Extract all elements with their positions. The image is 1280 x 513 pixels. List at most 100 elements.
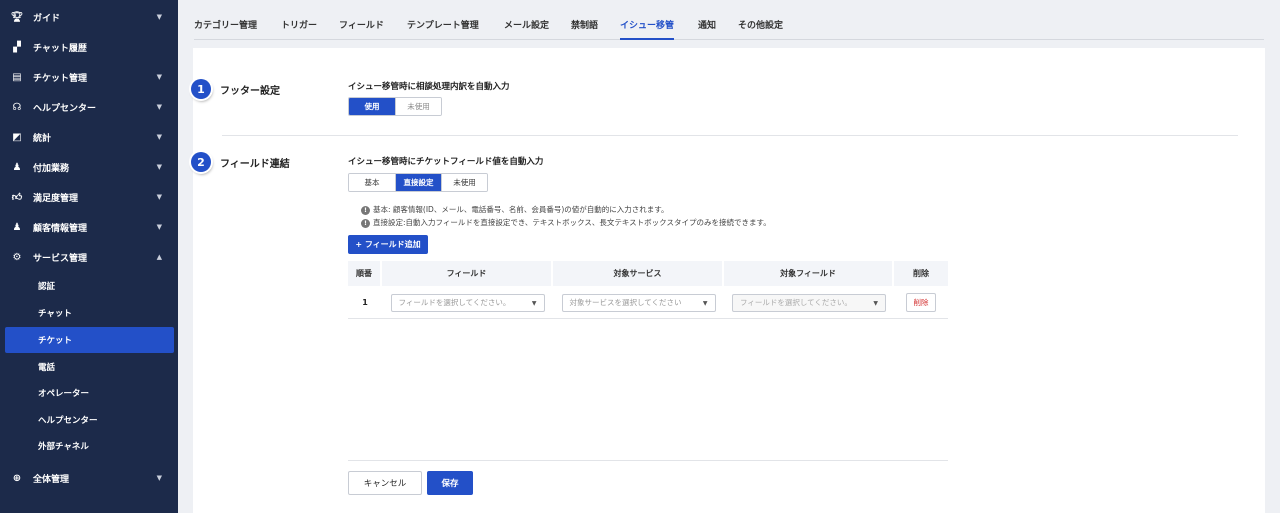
sidebar-sub-item-phone[interactable]: 電話 (5, 354, 174, 380)
field-link-mode-toggle: 基本 直接設定 未使用 (348, 173, 488, 192)
sidebar-item-chat-history[interactable]: ▞ チャット履歴 (0, 32, 178, 62)
row-order: 1 (362, 298, 368, 307)
field-link-description: イシュー移管時にチケットフィールド値を自動入力 (348, 157, 544, 167)
footer-divider (348, 460, 948, 461)
table-row: 1 フィールドを選択してください。 ▼ 対象サービスを選択してください ▼ フィ… (348, 286, 948, 319)
footer-settings-title: フッター設定 (220, 86, 280, 97)
save-button[interactable]: 保存 (427, 471, 473, 495)
field-select[interactable]: フィールドを選択してください。 ▼ (390, 293, 545, 312)
field-mode-direct-option[interactable]: 直接設定 (395, 174, 441, 191)
chevron-down-icon: ▼ (156, 73, 162, 81)
chart-icon: ◩ (12, 131, 22, 143)
sidebar-sub-item-auth[interactable]: 認証 (5, 273, 174, 299)
tab-issue-transfer[interactable]: イシュー移管 (620, 13, 675, 40)
column-header-field: フィールド (382, 261, 553, 286)
row-field-cell: フィールドを選択してください。 ▼ (382, 286, 553, 319)
sidebar-item-label: 付加業務 (33, 163, 70, 174)
chevron-up-icon: ▲ (156, 253, 162, 261)
cancel-button[interactable]: キャンセル (348, 471, 422, 495)
tab-template[interactable]: テンプレート管理 (407, 13, 479, 40)
delete-row-button[interactable]: 削除 (906, 293, 936, 312)
target-service-select[interactable]: 対象サービスを選択してください ▼ (561, 293, 716, 312)
field-mode-unused-option[interactable]: 未使用 (441, 174, 487, 191)
settings-panel: 1 フッター設定 イシュー移管時に相談処理内訳を自動入力 使用 未使用 2 フィ… (191, 48, 1265, 513)
tab-mail[interactable]: メール設定 (504, 13, 549, 40)
trophy-icon: 🏆︎ (10, 11, 24, 23)
sidebar-sub-item-operator[interactable]: オペレーター (5, 380, 174, 406)
settings-tabs: カテゴリー管理 トリガー フィールド テンプレート管理 メール設定 禁制語 イシ… (194, 13, 1264, 40)
sidebar-item-service-management[interactable]: ⚙ サービス管理 ▲ (0, 242, 178, 272)
chevron-down-icon: ▼ (156, 474, 162, 482)
tab-field[interactable]: フィールド (339, 13, 384, 40)
sidebar-item-label: 顧客情報管理 (33, 223, 88, 234)
add-field-button[interactable]: + フィールド追加 (348, 235, 428, 254)
field-select-placeholder: フィールドを選択してください。 (398, 298, 511, 307)
sidebar-item-label: ガイド (33, 13, 61, 24)
tab-category[interactable]: カテゴリー管理 (194, 13, 257, 40)
sidebar-item-label: 全体管理 (33, 474, 70, 485)
target-field-placeholder: フィールドを選択してください。 (740, 298, 852, 307)
sidebar-item-label: 満足度管理 (33, 193, 79, 204)
sidebar-sub-item-help-center[interactable]: ヘルプセンター (5, 407, 174, 433)
chevron-down-icon: ▼ (156, 193, 162, 201)
chat-bubbles-icon: ▞ (13, 41, 21, 53)
row-delete-cell: 削除 (894, 286, 948, 319)
field-mode-basic-option[interactable]: 基本 (349, 174, 395, 191)
tab-trigger[interactable]: トリガー (281, 13, 317, 40)
field-note-basic-text: 基本: 顧客情報(ID、メール、電話番号、名前、会員番号)の値が自動的に入力され… (373, 205, 669, 214)
sidebar: 🏆︎ ガイド ▼ ▞ チャット履歴 ▤ チケット管理 ▼ ☊ ヘルプセンター ▼… (0, 0, 178, 513)
footer-use-option[interactable]: 使用 (349, 98, 395, 115)
plus-circle-icon: ⊕ (12, 472, 22, 484)
sidebar-item-extra-work[interactable]: ♟ 付加業務 ▼ (0, 152, 178, 182)
chevron-down-icon: ▼ (156, 223, 162, 231)
document-icon: ▤ (12, 71, 22, 83)
step-badge-1: 1 (191, 79, 211, 99)
sidebar-item-satisfaction[interactable]: 👍︎ 満足度管理 ▼ (0, 182, 178, 212)
info-icon: ! (361, 206, 370, 215)
info-icon: ! (361, 219, 370, 228)
sidebar-item-label: 統計 (33, 133, 52, 144)
chevron-down-icon: ▼ (156, 163, 162, 171)
field-note-basic: ! 基本: 顧客情報(ID、メール、電話番号、名前、会員番号)の値が自動的に入力さ… (361, 204, 669, 215)
sidebar-item-statistics[interactable]: ◩ 統計 ▼ (0, 122, 178, 152)
column-header-delete: 削除 (894, 261, 948, 286)
chevron-down-icon: ▼ (156, 13, 162, 21)
caret-down-icon: ▼ (702, 299, 708, 307)
sidebar-item-global-management[interactable]: ⊕ 全体管理 ▼ (0, 463, 178, 493)
thumbs-up-icon: 👍︎ (11, 192, 23, 203)
sidebar-sub-item-external-channel[interactable]: 外部チャネル (5, 433, 174, 459)
row-target-field-cell: フィールドを選択してください。 ▼ (724, 286, 894, 319)
customer-icon: ♟ (12, 221, 22, 233)
row-service-cell: 対象サービスを選択してください ▼ (553, 286, 724, 319)
chevron-down-icon: ▼ (156, 103, 162, 111)
column-header-target-field: 対象フィールド (724, 261, 894, 286)
footer-settings-description: イシュー移管時に相談処理内訳を自動入力 (348, 82, 510, 92)
tab-forbidden-words[interactable]: 禁制語 (571, 13, 598, 40)
column-header-order: 順番 (348, 261, 382, 286)
field-table-header: 順番 フィールド 対象サービス 対象フィールド 削除 (348, 261, 948, 286)
field-link-title: フィールド連結 (220, 159, 290, 170)
sidebar-item-label: チャット履歴 (33, 43, 87, 54)
field-note-direct: ! 直接設定:自動入力フィールドを直接設定でき、テキストボックス、長文テキストボッ… (361, 217, 771, 228)
sidebar-item-label: ヘルプセンター (33, 103, 97, 114)
sidebar-item-customer-info[interactable]: ♟ 顧客情報管理 ▼ (0, 212, 178, 242)
tab-notification[interactable]: 通知 (698, 13, 716, 40)
field-note-direct-text: 直接設定:自動入力フィールドを直接設定でき、テキストボックス、長文テキストボック… (373, 218, 771, 227)
sidebar-sub-item-chat[interactable]: チャット (5, 300, 174, 326)
gear-icon: ⚙ (12, 251, 22, 263)
tab-other-settings[interactable]: その他設定 (738, 13, 783, 40)
sidebar-item-ticket-management[interactable]: ▤ チケット管理 ▼ (0, 62, 178, 92)
caret-down-icon: ▼ (873, 299, 878, 307)
column-header-target-service: 対象サービス (553, 261, 724, 286)
chevron-down-icon: ▼ (156, 133, 162, 141)
sidebar-item-label: チケット管理 (33, 73, 88, 84)
section-divider (222, 135, 1238, 136)
sidebar-sub-item-ticket[interactable]: チケット (5, 327, 174, 353)
footer-unused-option[interactable]: 未使用 (395, 98, 441, 115)
target-field-select[interactable]: フィールドを選択してください。 ▼ (732, 293, 886, 312)
sidebar-item-help-center[interactable]: ☊ ヘルプセンター ▼ (0, 92, 178, 122)
sidebar-item-guide[interactable]: 🏆︎ ガイド ▼ (0, 2, 178, 32)
sidebar-item-label: サービス管理 (33, 253, 88, 264)
support-icon: ☊ (12, 101, 22, 113)
user-extra-icon: ♟ (12, 161, 22, 173)
